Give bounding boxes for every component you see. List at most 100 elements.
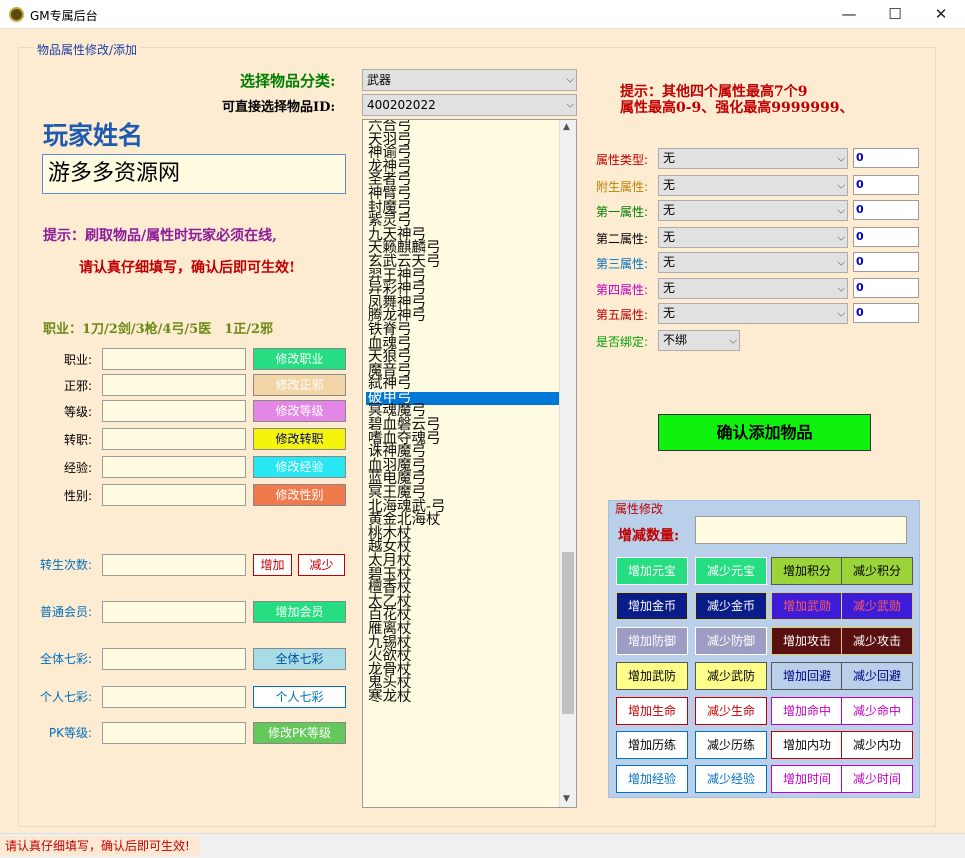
attribute-number-input[interactable]: 0 — [853, 278, 919, 298]
attribute-label: 第二属性: — [596, 232, 649, 246]
add-member-button[interactable]: 增加会员 — [253, 601, 346, 623]
property-button[interactable]: 减少生命 — [695, 697, 767, 725]
attribute-label: 附生属性: — [596, 180, 649, 194]
rebirth-add-button[interactable]: 增加 — [253, 554, 292, 576]
property-button[interactable]: 减少武防 — [695, 662, 767, 690]
field-input[interactable] — [102, 348, 246, 370]
field-label: 转职: — [63, 433, 92, 447]
field-label: 正邪: — [63, 379, 92, 393]
property-button[interactable]: 减少命中 — [841, 697, 913, 725]
property-button[interactable]: 减少时间 — [841, 765, 913, 793]
property-button[interactable]: 增加金币 — [616, 592, 688, 620]
field-button[interactable]: 修改等级 — [253, 400, 346, 422]
field-button[interactable]: 修改性别 — [253, 484, 346, 506]
field-input[interactable] — [102, 374, 246, 396]
property-button[interactable]: 增加防御 — [616, 627, 688, 655]
attribute-select[interactable]: 无 ⌵ — [658, 252, 848, 273]
category-select[interactable]: 武器 ⌵ — [362, 69, 577, 91]
property-button[interactable]: 减少回避 — [841, 662, 913, 690]
property-button[interactable]: 增加积分 — [771, 557, 843, 585]
field-button[interactable]: 修改转职 — [253, 428, 346, 450]
category-label: 选择物品分类: — [240, 72, 336, 90]
field-input[interactable] — [102, 484, 246, 506]
personal-colors-label: 个人七彩: — [39, 690, 92, 704]
rebirth-input[interactable] — [102, 554, 246, 576]
property-button[interactable]: 减少防御 — [695, 627, 767, 655]
property-button[interactable]: 减少元宝 — [695, 557, 767, 585]
scroll-down-icon[interactable]: ▼ — [563, 794, 570, 804]
property-button[interactable]: 增加元宝 — [616, 557, 688, 585]
attribute-select[interactable]: 无 ⌵ — [658, 175, 848, 196]
property-button[interactable]: 减少积分 — [841, 557, 913, 585]
bind-select[interactable]: 不绑 ⌵ — [658, 330, 740, 351]
field-label: 职业: — [63, 353, 92, 367]
property-button[interactable]: 增加武勋 — [771, 592, 843, 620]
field-button[interactable]: 修改职业 — [253, 348, 346, 370]
attribute-select[interactable]: 无 ⌵ — [658, 227, 848, 248]
property-button[interactable]: 减少内功 — [841, 731, 913, 759]
property-panel: 属性修改 增减数量: 增加元宝 减少元宝 增加积分 减少积分 增加金币 减少金币 增加武勋减… — [608, 500, 920, 798]
category-value: 武器 — [362, 69, 577, 91]
personal-colors-button[interactable]: 个人七彩 — [253, 686, 346, 708]
attribute-number-input[interactable]: 0 — [853, 227, 919, 247]
field-input[interactable] — [102, 456, 246, 478]
attribute-label: 第五属性: — [596, 308, 649, 322]
attribute-number-input[interactable]: 0 — [853, 303, 919, 323]
field-button[interactable]: 修改经验 — [253, 456, 346, 478]
field-input[interactable] — [102, 428, 246, 450]
all-colors-input[interactable] — [102, 648, 246, 670]
property-button[interactable]: 增加内功 — [771, 731, 843, 759]
group-title: 物品属性修改/添加 — [34, 41, 141, 58]
property-button[interactable]: 增加生命 — [616, 697, 688, 725]
item-list-scrollbar[interactable]: ▲ ▼ — [559, 120, 576, 807]
property-button[interactable]: 增加武防 — [616, 662, 688, 690]
property-button[interactable]: 减少武勋 — [841, 592, 913, 620]
player-name-label: 玩家姓名 — [43, 121, 144, 150]
property-button[interactable]: 增加回避 — [771, 662, 843, 690]
title-bar: GM专属后台 — ☐ ✕ — [0, 0, 965, 29]
attribute-number-input[interactable]: 0 — [853, 175, 919, 195]
scroll-thumb[interactable] — [562, 552, 574, 714]
field-label: 等级: — [63, 405, 92, 419]
item-id-select[interactable]: 400202022 ⌵ — [362, 94, 577, 116]
minimize-button[interactable]: — — [826, 0, 872, 29]
scroll-up-icon[interactable]: ▲ — [563, 122, 570, 132]
attribute-select[interactable]: 无 ⌵ — [658, 148, 848, 169]
all-colors-button[interactable]: 全体七彩 — [253, 648, 346, 670]
app-icon — [9, 7, 24, 22]
property-button[interactable]: 增加攻击 — [771, 627, 843, 655]
attribute-number-input[interactable]: 0 — [853, 200, 919, 220]
property-button[interactable]: 增加历练 — [616, 731, 688, 759]
property-button[interactable]: 增加经验 — [616, 765, 688, 793]
item-list[interactable]: 六合弓 天羽弓 神谕弓 龙神弓 圣者弓 神臂弓 封魔弓 紫灵弓 九天神弓 天籁麒麟弓 玄武云天弓 羿王… — [362, 119, 577, 808]
field-input[interactable] — [102, 400, 246, 422]
list-item[interactable]: 寒龙杖 — [366, 690, 559, 705]
personal-colors-input[interactable] — [102, 686, 246, 708]
attribute-select[interactable]: 无 ⌵ — [658, 278, 848, 299]
player-name-input[interactable]: 游多多资源网 — [42, 154, 346, 194]
pk-input[interactable] — [102, 722, 246, 744]
property-button[interactable]: 增加时间 — [771, 765, 843, 793]
property-button[interactable]: 减少历练 — [695, 731, 767, 759]
property-button[interactable]: 减少金币 — [695, 592, 767, 620]
maximize-button[interactable]: ☐ — [872, 0, 918, 29]
bind-value: 不绑 — [658, 330, 740, 351]
attribute-select[interactable]: 无 ⌵ — [658, 200, 848, 221]
status-text: 请认真仔细填写，确认后即可生效! — [0, 836, 200, 856]
qty-input[interactable] — [695, 516, 907, 544]
confirm-add-item-button[interactable]: 确认添加物品 — [658, 414, 871, 451]
property-button[interactable]: 增加命中 — [771, 697, 843, 725]
property-button[interactable]: 减少经验 — [695, 765, 767, 793]
member-input[interactable] — [102, 601, 246, 623]
attribute-number-input[interactable]: 0 — [853, 148, 919, 168]
close-button[interactable]: ✕ — [918, 0, 964, 29]
property-button[interactable]: 减少攻击 — [841, 627, 913, 655]
field-label: 性别: — [63, 489, 92, 503]
pk-button[interactable]: 修改PK等级 — [253, 722, 346, 744]
attribute-select[interactable]: 无 ⌵ — [658, 303, 848, 324]
attribute-number-input[interactable]: 0 — [853, 252, 919, 272]
member-label: 普通会员: — [39, 605, 92, 619]
attribute-label: 第四属性: — [596, 283, 649, 297]
rebirth-sub-button[interactable]: 减少 — [298, 554, 345, 576]
field-button[interactable]: 修改正邪 — [253, 374, 346, 396]
